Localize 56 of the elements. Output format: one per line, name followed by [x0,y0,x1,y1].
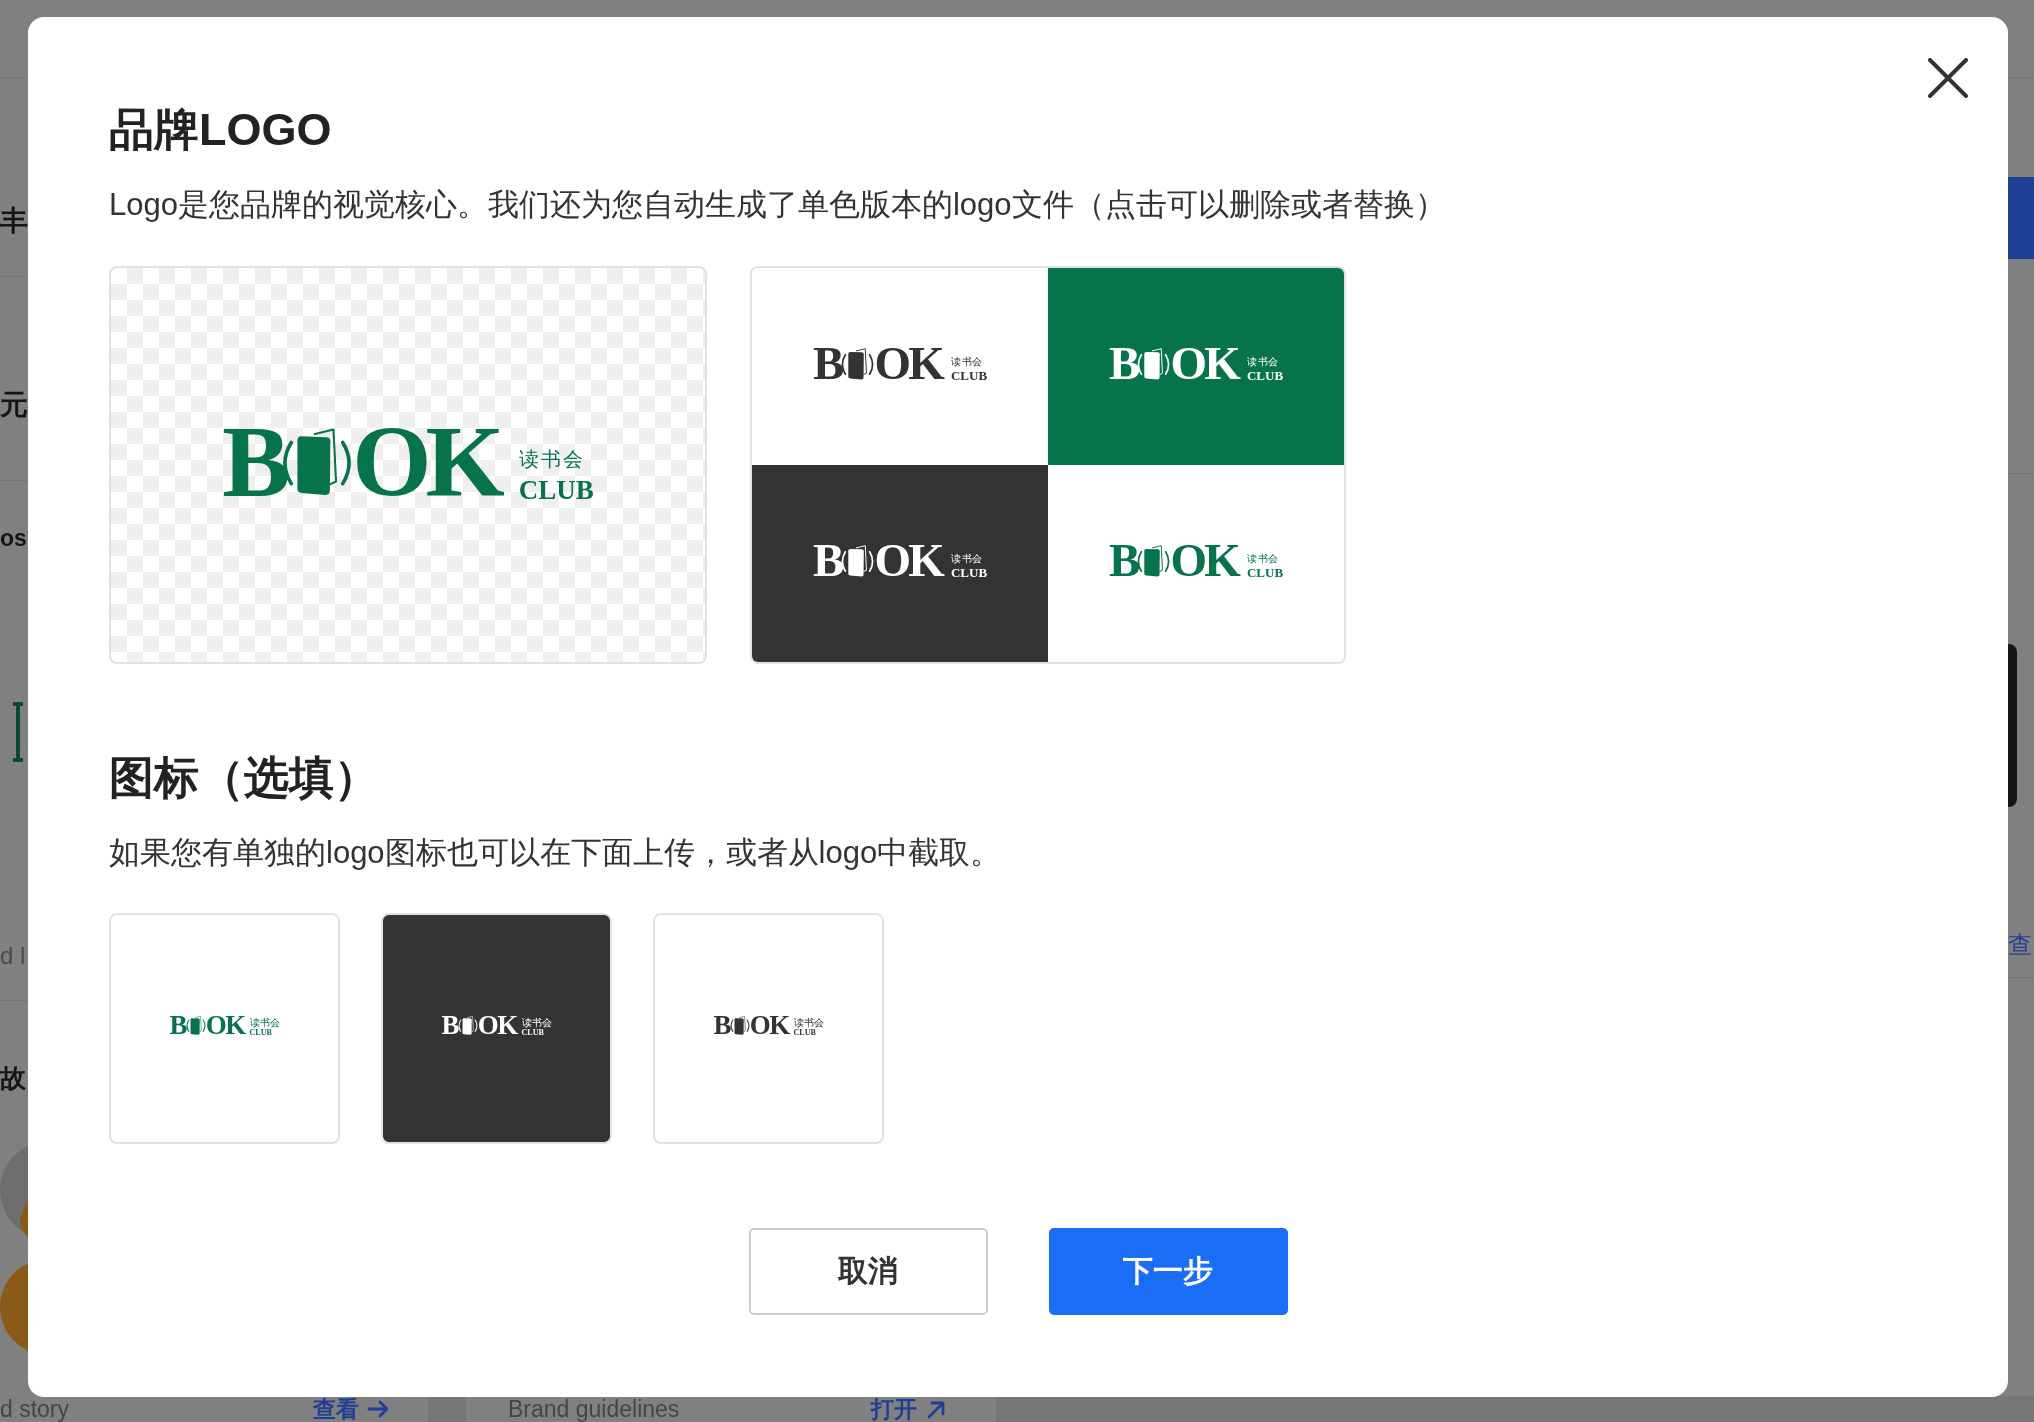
book-icon [185,1016,206,1035]
logo-chinese-name: 读书会 [1246,553,1279,565]
logo-letters: OK [1170,345,1238,382]
card-title: Brand guidelines [508,1396,680,1422]
logo-letters: OK [749,1015,789,1036]
card-title: d story [0,1396,70,1422]
section-heading: 元 [0,389,28,421]
logo-english-name: CLUB [1246,371,1284,382]
logo-chinese-name: 读书会 [249,1016,280,1028]
book-icon [841,347,875,380]
logo-chinese-name: 读书会 [950,356,983,368]
logo-letter: B [812,345,842,382]
arrow-right-icon [367,1399,389,1419]
logo-letters: OK [1170,542,1238,579]
logo-letter: B [169,1015,186,1036]
logo-letter: B [222,423,285,501]
arrow-up-right-icon [925,1399,947,1419]
logo-letter: B [1108,345,1138,382]
book-icon [841,544,875,577]
logo-letter: B [441,1015,458,1036]
logo-letter: B [713,1015,730,1036]
dialog-description: Logo是您品牌的视觉核心。我们还为您自动生成了单色版本的logo文件（点击可以删除或者替换） [109,186,1447,224]
logo-english-name: CLUB [950,371,988,382]
cancel-button[interactable]: 取消 [748,1228,988,1315]
logo-chinese-name: 读书会 [518,448,585,470]
book-icon [1137,347,1171,380]
book-icon [729,1016,750,1035]
logo-chinese-name: 读书会 [950,553,983,565]
logo-letter: B [812,542,842,579]
logo-chinese-name: 读书会 [1246,356,1279,368]
logo-english-name: CLUB [1246,568,1284,579]
card-title: os [0,524,27,552]
logo-letters: OK [477,1015,517,1036]
logo-chinese-name: 读书会 [793,1016,824,1028]
close-button[interactable] [1928,58,1968,98]
close-icon [1928,58,1968,98]
logo-english-name: CLUB [793,1029,816,1036]
logo-english-name: CLUB [518,480,594,501]
next-button[interactable]: 下一步 [1048,1228,1288,1315]
logo-letters: OK [874,345,942,382]
logo-english-name: CLUB [521,1029,544,1036]
letter-stem-icon [13,702,23,762]
logo-letters: OK [205,1015,245,1036]
logo-english-name: CLUB [950,568,988,579]
logo-chinese-name: 读书会 [521,1016,552,1028]
page-heading: 丰 [0,205,28,237]
section-title: 图标（选填） [109,751,380,805]
logo-letters: OK [874,542,942,579]
book-icon [457,1016,478,1035]
card-title: 故 [0,1063,26,1093]
section-description: 如果您有单独的logo图标也可以在下面上传，或者从logo中截取。 [109,834,1003,872]
book-icon [1137,544,1171,577]
dialog-title: 品牌LOGO [109,103,333,157]
logo-english-name: CLUB [249,1029,272,1036]
logo-letters: OK [352,423,499,501]
logo-letter: B [1108,542,1138,579]
